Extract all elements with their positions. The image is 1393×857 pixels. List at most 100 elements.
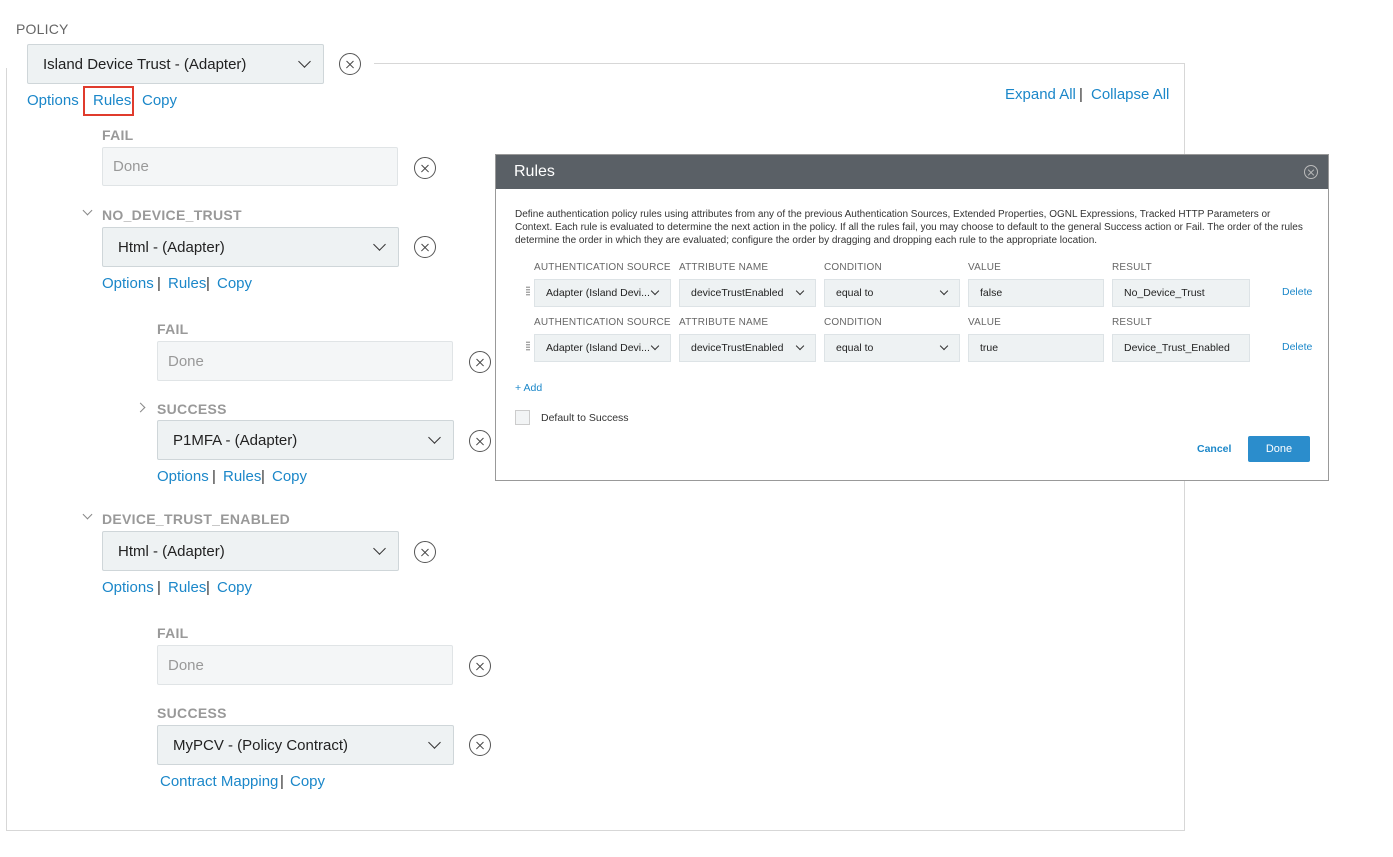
chevron-down-icon xyxy=(939,341,949,351)
dte-success-select[interactable]: MyPCV - (Policy Contract) xyxy=(157,725,454,765)
separator: | xyxy=(206,579,210,596)
chevron-down-icon xyxy=(939,286,949,296)
remove-dte-button[interactable] xyxy=(414,541,436,563)
ndt-success-copy-link[interactable]: Copy xyxy=(272,468,307,485)
ndt-success-select[interactable]: P1MFA - (Adapter) xyxy=(157,420,454,460)
separator: | xyxy=(212,468,216,485)
ndt-options-link[interactable]: Options xyxy=(102,275,154,292)
rule-result-input[interactable]: Device_Trust_Enabled xyxy=(1112,334,1250,362)
rule-source-select[interactable]: Adapter (Island Devi... xyxy=(534,279,671,307)
expand-all-link[interactable]: Expand All xyxy=(1005,86,1076,103)
root-copy-link[interactable]: Copy xyxy=(142,92,177,109)
rule-attribute-value: deviceTrustEnabled xyxy=(691,287,784,299)
col-header-result: RESULT xyxy=(1112,317,1152,328)
chevron-down-icon xyxy=(650,286,660,296)
chevron-down-icon xyxy=(373,542,386,555)
ndt-copy-link[interactable]: Copy xyxy=(217,275,252,292)
chevron-down-icon xyxy=(795,341,805,351)
ndt-fail-done-field[interactable]: Done xyxy=(157,341,453,381)
separator: | xyxy=(280,773,284,790)
chevron-down-icon xyxy=(373,238,386,251)
remove-ndt-fail-button[interactable] xyxy=(469,351,491,373)
rule-condition-select[interactable]: equal to xyxy=(824,279,960,307)
ndt-success-select-value: P1MFA - (Adapter) xyxy=(173,431,298,449)
device-trust-enabled-select[interactable]: Html - (Adapter) xyxy=(102,531,399,571)
rule-attribute-select[interactable]: deviceTrustEnabled xyxy=(679,279,816,307)
chevron-down-icon xyxy=(428,736,441,749)
device-trust-enabled-label: DEVICE_TRUST_ENABLED xyxy=(102,511,291,527)
rule-condition-select[interactable]: equal to xyxy=(824,334,960,362)
remove-fail-button[interactable] xyxy=(414,157,436,179)
policy-select[interactable]: Island Device Trust - (Adapter) xyxy=(27,44,324,84)
rule-value-input[interactable]: true xyxy=(968,334,1104,362)
separator: | xyxy=(261,468,265,485)
separator: | xyxy=(157,579,161,596)
cancel-button[interactable]: Cancel xyxy=(1197,443,1231,455)
collapse-all-link[interactable]: Collapse All xyxy=(1091,86,1169,103)
rule-result-input[interactable]: No_Device_Trust xyxy=(1112,279,1250,307)
remove-dte-fail-button[interactable] xyxy=(469,655,491,677)
dte-success-select-value: MyPCV - (Policy Contract) xyxy=(173,736,349,754)
modal-header: Rules xyxy=(496,155,1328,189)
modal-description: Define authentication policy rules using… xyxy=(515,209,1303,246)
chevron-down-icon xyxy=(795,286,805,296)
delete-rule-link[interactable]: Delete xyxy=(1282,286,1312,298)
col-header-result: RESULT xyxy=(1112,262,1152,273)
separator: | xyxy=(206,275,210,292)
remove-ndt-success-button[interactable] xyxy=(469,430,491,452)
drag-handle-icon[interactable] xyxy=(526,286,530,296)
drag-handle-icon[interactable] xyxy=(526,341,530,351)
remove-no-device-trust-button[interactable] xyxy=(414,236,436,258)
col-header-source: AUTHENTICATION SOURCE xyxy=(534,262,671,273)
col-header-condition: CONDITION xyxy=(824,317,882,328)
rule-source-value: Adapter (Island Devi... xyxy=(546,287,650,299)
rule-source-value: Adapter (Island Devi... xyxy=(546,342,650,354)
col-header-attribute: ATTRIBUTE NAME xyxy=(679,262,769,273)
dte-options-link[interactable]: Options xyxy=(102,579,154,596)
done-button[interactable]: Done xyxy=(1248,436,1310,462)
no-device-trust-select[interactable]: Html - (Adapter) xyxy=(102,227,399,267)
col-header-condition: CONDITION xyxy=(824,262,882,273)
no-device-trust-label: NO_DEVICE_TRUST xyxy=(102,207,242,223)
policy-select-value: Island Device Trust - (Adapter) xyxy=(43,55,247,73)
rules-modal: Rules Define authentication policy rules… xyxy=(495,154,1329,481)
ndt-rules-link[interactable]: Rules xyxy=(168,275,206,292)
delete-rule-link[interactable]: Delete xyxy=(1282,341,1312,353)
fail-done-field[interactable]: Done xyxy=(102,147,398,186)
dte-success-label: SUCCESS xyxy=(157,705,227,721)
rule-value-input[interactable]: false xyxy=(968,279,1104,307)
no-device-trust-select-value: Html - (Adapter) xyxy=(118,238,225,256)
dte-fail-done-field[interactable]: Done xyxy=(157,645,453,685)
rule-source-select[interactable]: Adapter (Island Devi... xyxy=(534,334,671,362)
rule-attribute-value: deviceTrustEnabled xyxy=(691,342,784,354)
ndt-success-label: SUCCESS xyxy=(157,401,227,417)
rules-highlight-box xyxy=(83,86,134,116)
separator: | xyxy=(157,275,161,292)
modal-title: Rules xyxy=(514,163,555,180)
default-to-success-checkbox[interactable] xyxy=(515,410,530,425)
rule-attribute-select[interactable]: deviceTrustEnabled xyxy=(679,334,816,362)
ndt-success-options-link[interactable]: Options xyxy=(157,468,209,485)
ndt-success-rules-link[interactable]: Rules xyxy=(223,468,261,485)
dte-rules-link[interactable]: Rules xyxy=(168,579,206,596)
fail-label: FAIL xyxy=(102,127,134,143)
col-header-source: AUTHENTICATION SOURCE xyxy=(534,317,671,328)
chevron-down-icon xyxy=(298,55,311,68)
chevron-down-icon xyxy=(428,431,441,444)
add-rule-link[interactable]: + Add xyxy=(515,382,542,394)
policy-label: POLICY xyxy=(16,21,69,37)
col-header-attribute: ATTRIBUTE NAME xyxy=(679,317,769,328)
chevron-down-icon xyxy=(650,341,660,351)
close-icon[interactable] xyxy=(1304,165,1318,179)
dte-select-value: Html - (Adapter) xyxy=(118,542,225,560)
rule-condition-value: equal to xyxy=(836,287,874,299)
dte-success-copy-link[interactable]: Copy xyxy=(290,773,325,790)
remove-dte-success-button[interactable] xyxy=(469,734,491,756)
contract-mapping-link[interactable]: Contract Mapping xyxy=(160,773,278,790)
dte-copy-link[interactable]: Copy xyxy=(217,579,252,596)
dte-fail-label: FAIL xyxy=(157,625,189,641)
separator: | xyxy=(1079,86,1083,103)
remove-policy-button[interactable] xyxy=(339,53,361,75)
root-options-link[interactable]: Options xyxy=(27,92,79,109)
col-header-value: VALUE xyxy=(968,262,1002,273)
